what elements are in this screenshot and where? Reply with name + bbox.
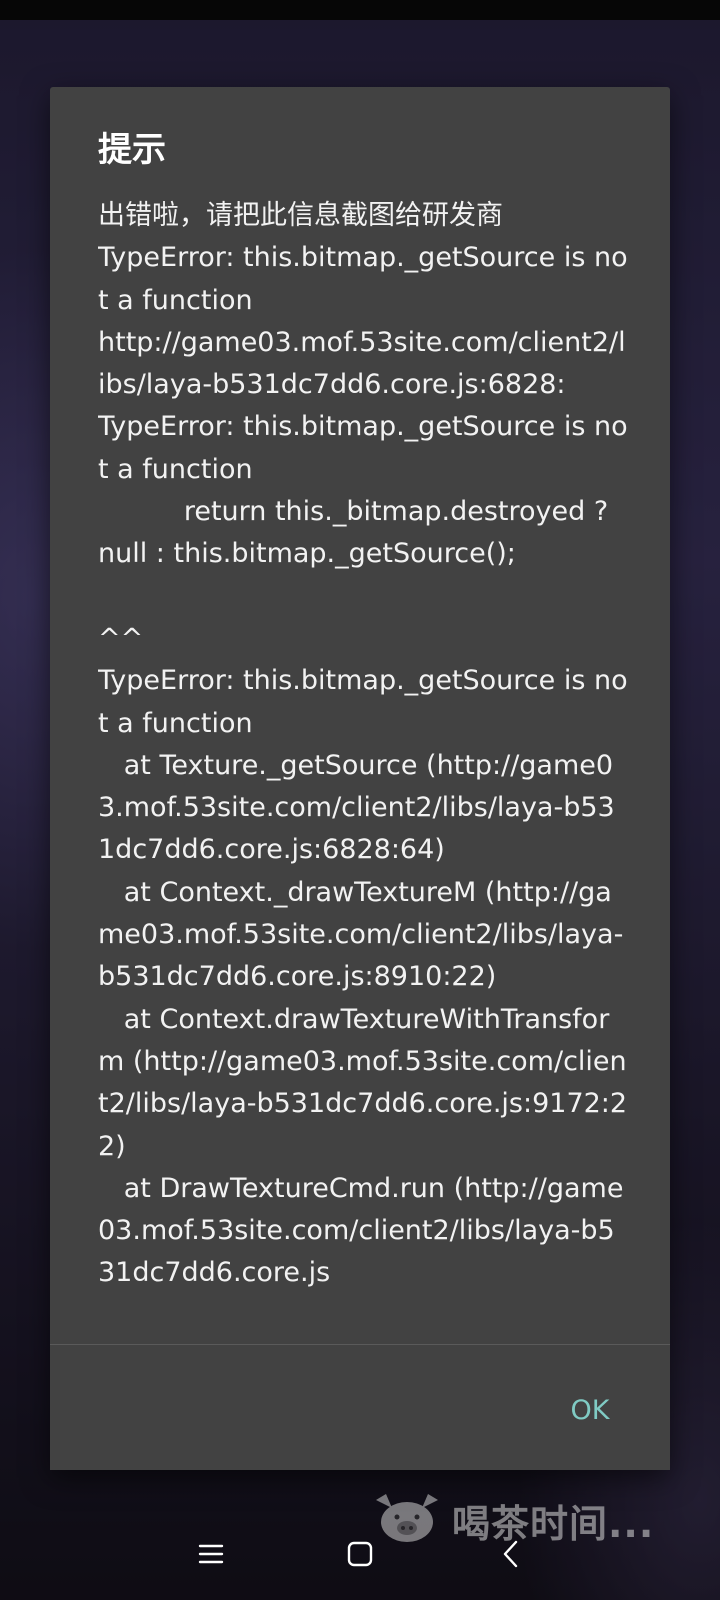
dialog-title: 提示 [98,130,166,170]
menu-icon[interactable] [187,1530,235,1578]
navigation-bar [0,1510,720,1600]
home-icon[interactable] [336,1530,384,1578]
message-scroll-area[interactable]: 出错啦，请把此信息截图给研发商 TypeError: this.bitmap._… [98,195,628,1432]
back-icon[interactable] [487,1530,535,1578]
ok-button[interactable]: OK [560,1389,620,1431]
error-dialog: 提示 出错啦，请把此信息截图给研发商 TypeError: this.bitma… [50,87,670,1470]
error-message: 出错啦，请把此信息截图给研发商 TypeError: this.bitmap._… [98,200,628,1289]
dialog-actions: OK [50,1345,670,1470]
